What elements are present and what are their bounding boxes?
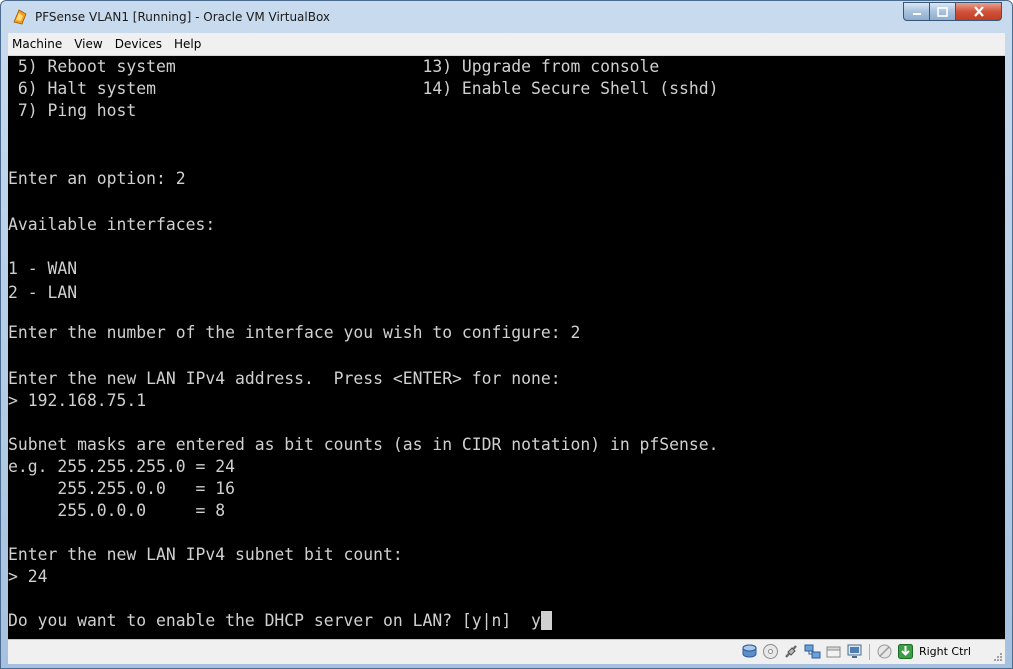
menu-help[interactable]: Help <box>168 34 207 54</box>
virtualbox-app-icon[interactable] <box>11 8 28 25</box>
console-line: 5) Reboot system 13) Upgrade from consol… <box>8 57 660 76</box>
console-line: 255.255.0.0 = 16 <box>8 479 235 498</box>
console-line: > 24 <box>8 567 48 586</box>
console-line: 6) Halt system 14) Enable Secure Shell (… <box>8 79 719 98</box>
network-icon[interactable] <box>804 643 821 660</box>
console-line: Available interfaces: <box>8 215 216 234</box>
host-key-label[interactable]: Right Ctrl <box>919 645 971 658</box>
console-line: 7) Ping host <box>8 101 137 120</box>
console-line: Enter the number of the interface you wi… <box>8 323 581 342</box>
close-button[interactable] <box>956 2 1002 21</box>
menu-devices[interactable]: Devices <box>109 34 168 54</box>
display-icon[interactable] <box>846 643 863 660</box>
minimize-icon <box>912 12 921 15</box>
mouse-integration-icon[interactable] <box>897 643 914 660</box>
status-bar: Right Ctrl <box>8 639 1005 664</box>
status-separator <box>868 643 870 660</box>
virtualbox-window: PFSense VLAN1 [Running] - Oracle VM Virt… <box>0 0 1013 669</box>
menu-machine[interactable]: Machine <box>8 34 68 54</box>
console-line: Subnet masks are entered as bit counts (… <box>8 435 719 454</box>
console-line: 1 - WAN <box>8 259 78 278</box>
maximize-icon <box>937 6 948 17</box>
usb-icon[interactable] <box>783 643 800 660</box>
close-icon <box>973 6 984 17</box>
resize-grip-icon[interactable] <box>993 652 1003 662</box>
console-line: Enter an option: 2 <box>8 169 186 188</box>
optical-drive-icon[interactable] <box>762 643 779 660</box>
text-cursor <box>540 611 552 630</box>
title-bar[interactable]: PFSense VLAN1 [Running] - Oracle VM Virt… <box>1 1 1012 33</box>
window-controls <box>903 2 1002 22</box>
vm-console-screen[interactable]: 5) Reboot system 13) Upgrade from consol… <box>8 56 1005 639</box>
menu-bar: Machine View Devices Help <box>8 33 1005 56</box>
maximize-button[interactable] <box>930 2 956 21</box>
console-line: > 192.168.75.1 <box>8 391 147 410</box>
recording-icon[interactable] <box>876 643 893 660</box>
console-line: Enter the new LAN IPv4 address. Press <E… <box>8 369 561 388</box>
dhcp-prompt-text: Do you want to enable the DHCP server on… <box>8 611 541 630</box>
console-line: Enter the new LAN IPv4 subnet bit count: <box>8 545 403 564</box>
status-icons: Right Ctrl <box>741 643 971 660</box>
console-line: 2 - LAN <box>8 283 78 302</box>
hard-disk-icon[interactable] <box>741 643 758 660</box>
console-line: 255.0.0.0 = 8 <box>8 501 226 520</box>
console-line: e.g. 255.255.255.0 = 24 <box>8 457 235 476</box>
menu-view[interactable]: View <box>68 34 108 54</box>
shared-folders-icon[interactable] <box>825 643 842 660</box>
console-prompt-line: Do you want to enable the DHCP server on… <box>8 610 552 632</box>
window-title: PFSense VLAN1 [Running] - Oracle VM Virt… <box>35 10 331 24</box>
minimize-button[interactable] <box>903 2 930 21</box>
